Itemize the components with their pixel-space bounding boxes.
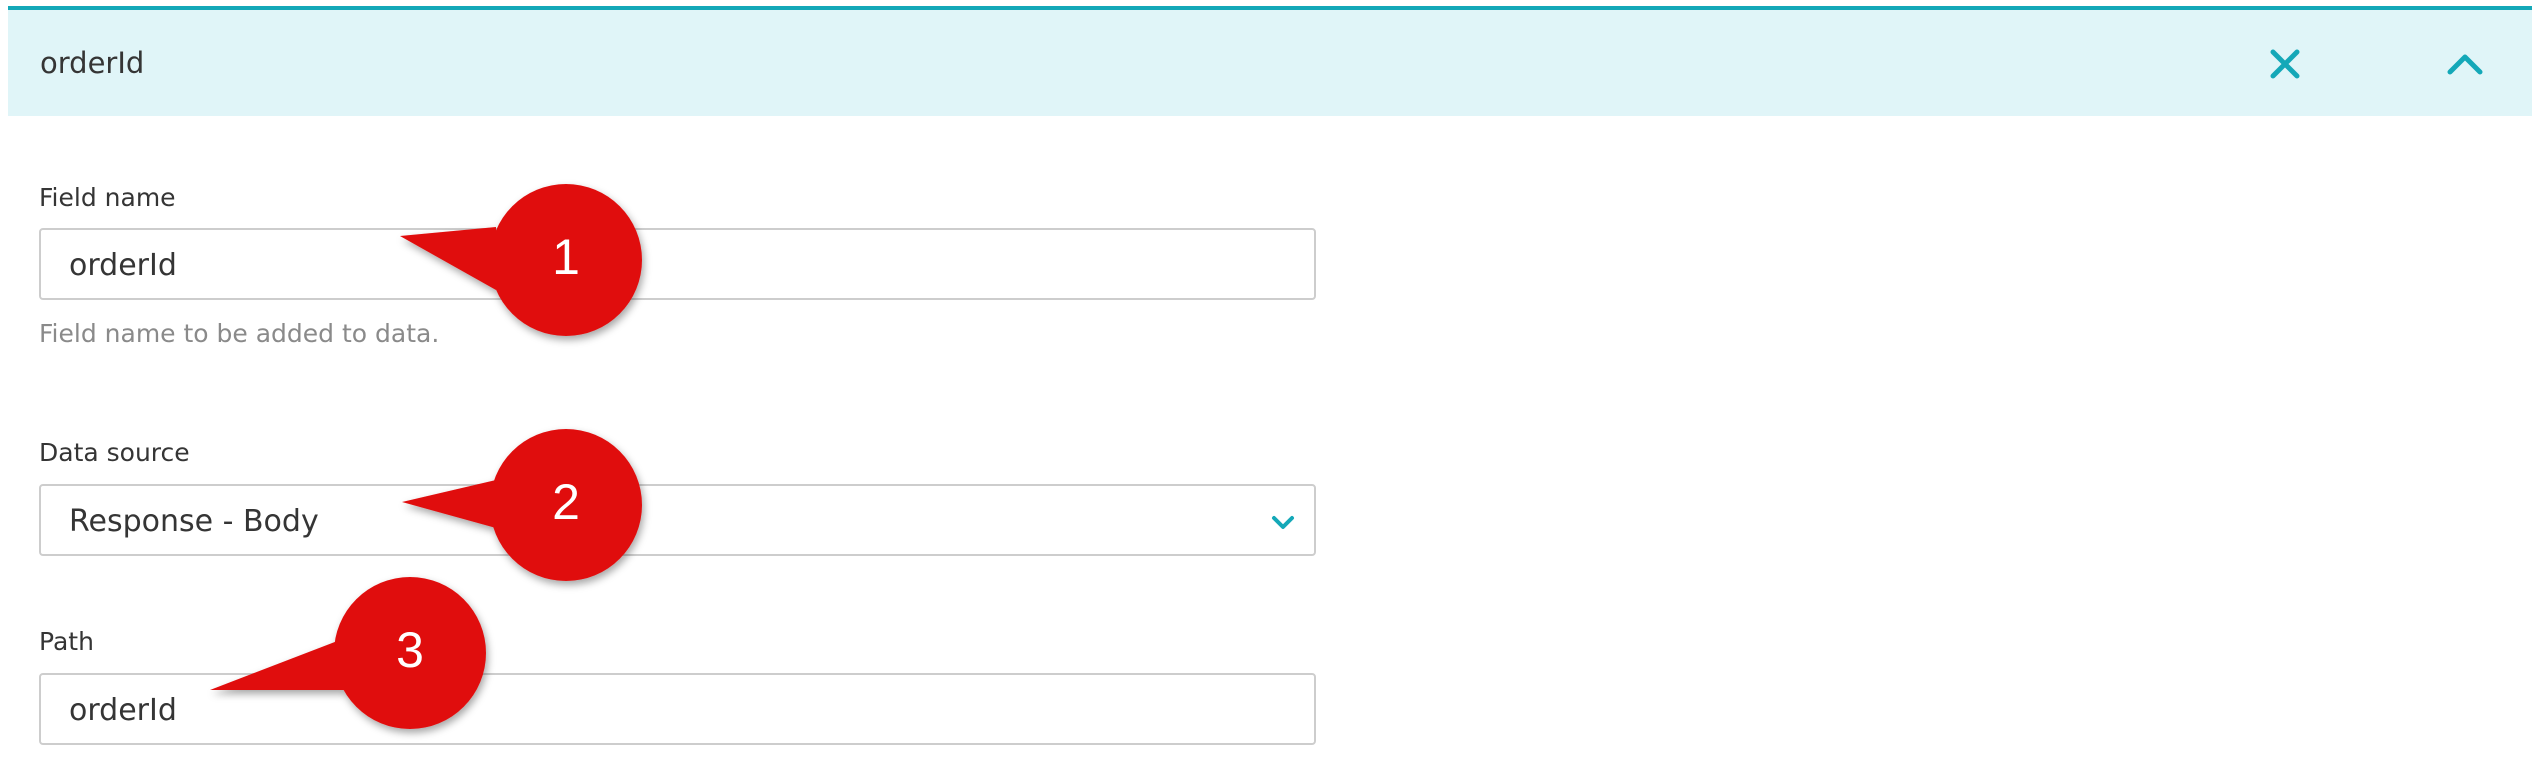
path-input[interactable]: orderId [39,673,1316,745]
path-label: Path [39,627,94,656]
callout-1-number: 1 [552,229,580,285]
close-button[interactable] [2255,34,2315,94]
chevron-down-icon [1272,516,1294,529]
data-source-select[interactable]: Response - Body [39,484,1316,556]
panel-title: orderId [40,46,145,80]
field-name-label: Field name [39,183,176,212]
field-name-value: orderId [69,248,177,283]
callout-3-number: 3 [396,622,424,678]
close-icon [2270,49,2300,79]
path-value: orderId [69,693,177,728]
field-name-help: Field name to be added to data. [39,319,440,348]
data-source-label: Data source [39,438,190,467]
chevron-up-icon [2447,54,2483,75]
field-name-input[interactable]: orderId [39,228,1316,300]
data-source-value: Response - Body [69,504,319,539]
collapse-button[interactable] [2435,34,2495,94]
callout-2-number: 2 [552,474,580,530]
panel-header: orderId [8,6,2532,116]
